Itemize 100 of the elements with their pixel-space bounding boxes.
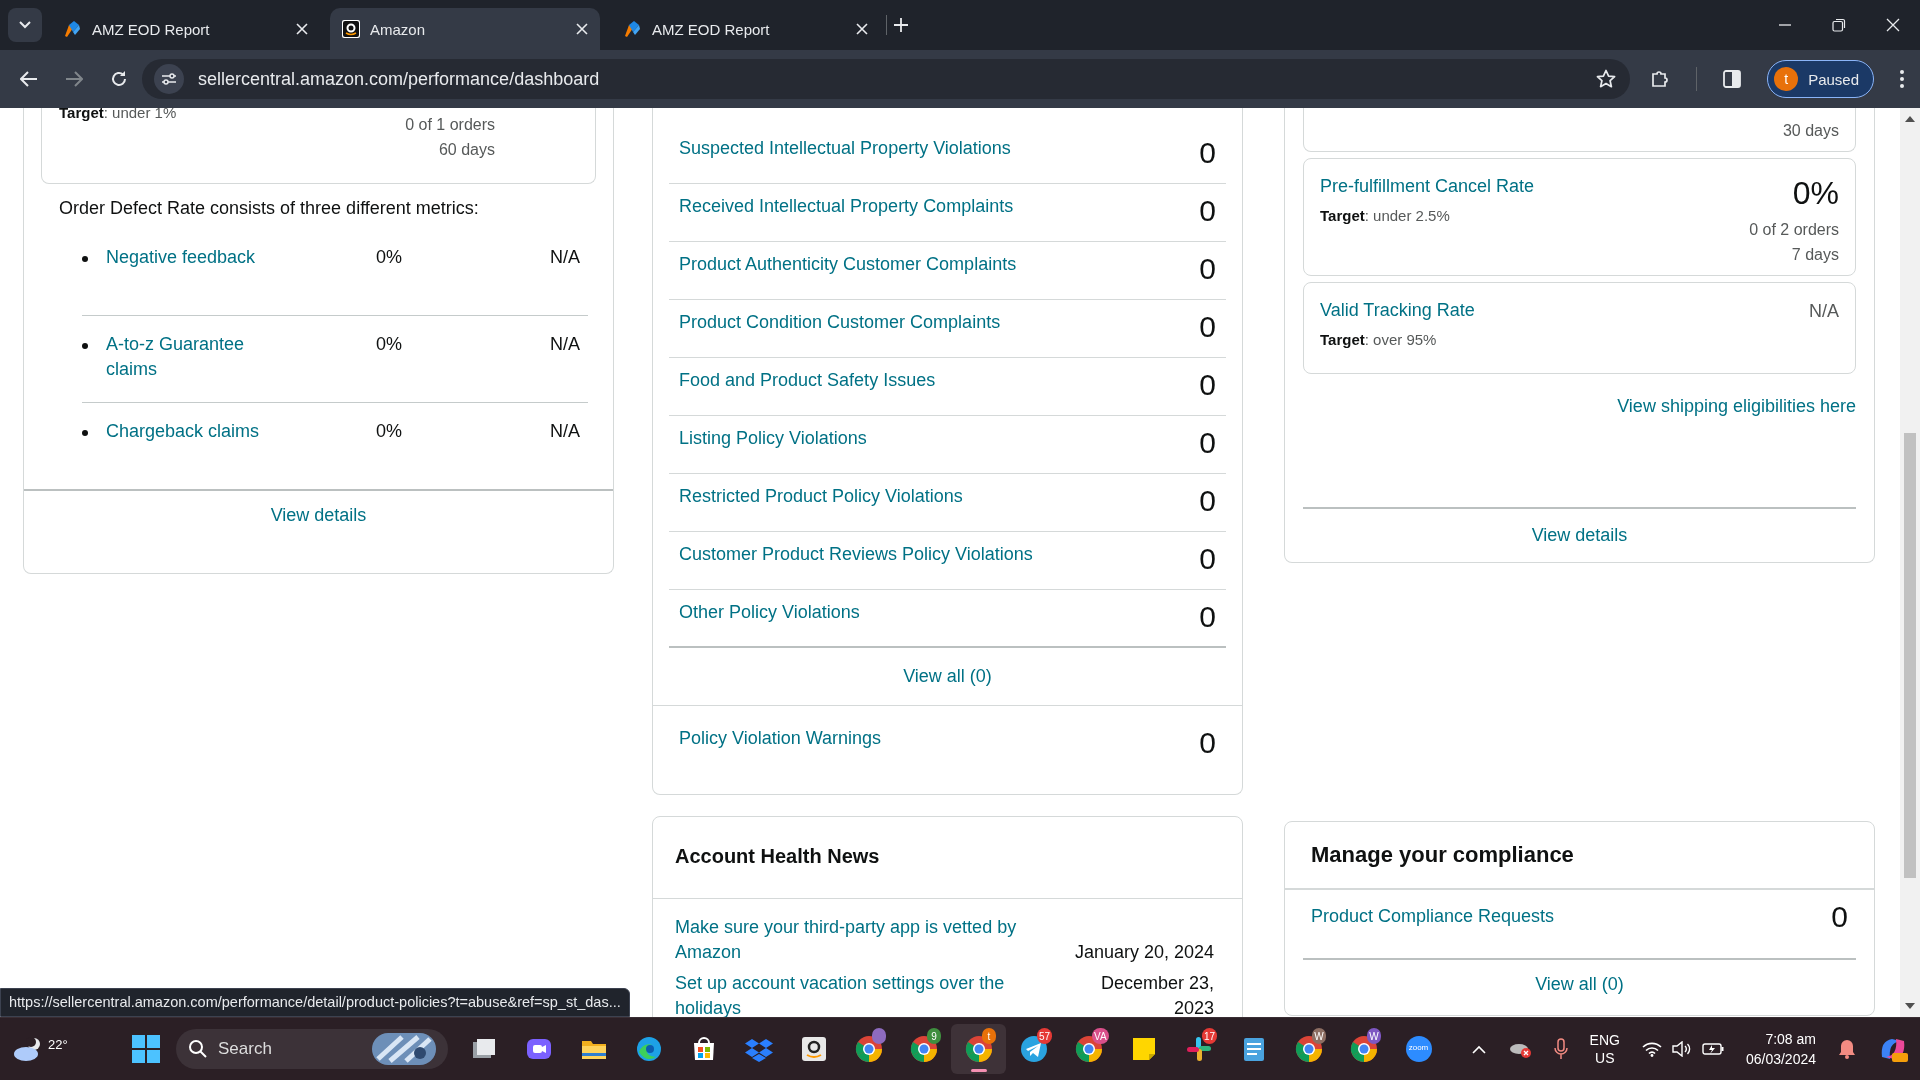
taskbar-app[interactable]: W xyxy=(1281,1024,1336,1074)
policy-count: 0 xyxy=(1199,135,1216,171)
metric-rate: 0% xyxy=(375,246,403,269)
more-menu-icon[interactable] xyxy=(1900,70,1904,88)
bullet-icon xyxy=(82,430,88,436)
paper-plane-icon xyxy=(1018,1034,1049,1064)
compliance-count: 0 xyxy=(1831,899,1848,935)
metric-link[interactable]: Valid Tracking Rate xyxy=(1320,299,1475,321)
news-date: December 23, 2023 xyxy=(1099,972,1214,1017)
windows-start-icon[interactable] xyxy=(132,1035,160,1063)
policy-count: 0 xyxy=(1199,541,1216,577)
news-link[interactable]: Set up account vacation settings over the holidays xyxy=(675,971,1065,1017)
speaker-icon[interactable] xyxy=(1671,1041,1692,1057)
url-text: sellercentral.amazon.com/performance/dashboard xyxy=(198,68,601,90)
scrollbar[interactable] xyxy=(1900,108,1920,1017)
chrome-icon xyxy=(853,1034,884,1064)
bullet-icon xyxy=(82,343,88,349)
view-details-link[interactable]: View details xyxy=(1531,525,1628,545)
site-settings-button[interactable] xyxy=(154,64,184,94)
taskbar-app[interactable]: W xyxy=(1336,1024,1391,1074)
highlight-picture-icon xyxy=(372,1033,436,1065)
metric-rate: 0% xyxy=(375,420,403,443)
target-text: Target: under 1% xyxy=(59,108,178,123)
sliders-icon xyxy=(161,72,177,86)
shipping-eligibility-link[interactable]: View shipping eligibilities here xyxy=(1617,396,1856,416)
news-link[interactable]: Make sure your third-party app is vetted by Amazon xyxy=(675,915,1065,965)
policy-link[interactable]: Product Authenticity Customer Complaints xyxy=(679,242,1017,275)
weather-widget[interactable]: 22° xyxy=(12,1035,122,1063)
restore-icon[interactable] xyxy=(1832,18,1846,32)
compliance-link[interactable]: Product Compliance Requests xyxy=(1311,890,1555,958)
close-icon[interactable] xyxy=(576,23,588,35)
pencil-icon xyxy=(62,19,82,39)
policy-link[interactable]: Policy Violation Warnings xyxy=(679,706,882,780)
chrome-icon xyxy=(1348,1034,1379,1064)
notification-badge: W xyxy=(1312,1028,1326,1044)
tab-list-button[interactable] xyxy=(8,8,42,42)
metric-link[interactable]: Negative feedback xyxy=(106,245,276,270)
time-period: 30 days xyxy=(1782,122,1839,139)
metric-link[interactable]: Pre-fulfillment Cancel Rate xyxy=(1320,175,1535,197)
view-all-link[interactable]: View all (0) xyxy=(903,666,992,686)
star-icon[interactable] xyxy=(1596,69,1617,89)
metric-link[interactable]: Chargeback claims xyxy=(106,419,276,444)
microphone-icon[interactable] xyxy=(1553,1038,1568,1060)
language-indicator[interactable]: ENG US xyxy=(1589,1031,1620,1067)
address-bar[interactable]: sellercentral.amazon.com/performance/dashboard xyxy=(142,59,1631,99)
search-field[interactable]: Search xyxy=(176,1029,448,1069)
scroll-down-arrow-icon[interactable] xyxy=(1905,1003,1915,1009)
taskbar-app[interactable]: 57 xyxy=(1006,1024,1061,1074)
policy-link[interactable]: Listing Policy Violations xyxy=(679,416,867,449)
chrome-icon xyxy=(908,1034,939,1064)
chevron-up-icon[interactable] xyxy=(1471,1044,1486,1054)
bullet-icon xyxy=(82,256,88,262)
policy-link[interactable]: Restricted Product Policy Violations xyxy=(679,474,963,507)
view-all-link[interactable]: View all (0) xyxy=(1535,974,1624,994)
scroll-up-arrow-icon[interactable] xyxy=(1905,116,1915,122)
metric-rate: 0% xyxy=(375,333,403,356)
policy-link[interactable]: Received Intellectual Property Complaints xyxy=(679,184,1014,217)
profile-button[interactable]: t Paused xyxy=(1767,60,1874,98)
puzzle-icon[interactable] xyxy=(1650,69,1671,89)
metric-value: 0% xyxy=(1792,175,1839,211)
bell-icon[interactable] xyxy=(1838,1039,1856,1059)
order-count: 0 of 2 orders xyxy=(1749,220,1839,240)
scrollbar-thumb[interactable] xyxy=(1904,433,1916,878)
browser-tab[interactable]: AMZ EOD Report xyxy=(610,8,880,50)
link-status-bar: https://sellercentral.amazon.com/performance/detail/product-policies?t=abuse&ref=sp_st_das... xyxy=(0,988,630,1017)
browser-tab[interactable]: Amazon xyxy=(330,8,600,50)
metric-link[interactable]: A-to-z Guarantee claims xyxy=(106,332,276,382)
avatar: t xyxy=(1774,67,1799,91)
view-details-link[interactable]: View details xyxy=(270,505,367,525)
notification-badge: VA xyxy=(1092,1028,1109,1044)
time-period: 7 days xyxy=(1791,245,1839,265)
forward-arrow-icon[interactable] xyxy=(65,71,83,87)
browser-tab[interactable]: AMZ EOD Report xyxy=(50,8,320,50)
close-icon[interactable] xyxy=(856,23,868,35)
notification-badge: 57 xyxy=(1037,1028,1053,1044)
policy-link[interactable]: Customer Product Reviews Policy Violations xyxy=(679,532,1033,565)
taskbar-app[interactable]: 17 xyxy=(1171,1024,1226,1074)
policy-link[interactable]: Food and Product Safety Issues xyxy=(679,358,936,391)
metric-value: N/A xyxy=(1809,300,1839,323)
policy-link[interactable]: Product Condition Customer Complaints xyxy=(679,300,1001,333)
taskbar-app[interactable]: t xyxy=(951,1024,1006,1074)
taskbar-app[interactable]: zoom xyxy=(1391,1024,1446,1074)
side-panel-icon[interactable] xyxy=(1723,70,1742,88)
policy-link[interactable]: Suspected Intellectual Property Violations xyxy=(679,126,1011,159)
policy-count: 0 xyxy=(1199,309,1216,345)
policy-count: 0 xyxy=(1199,725,1216,761)
close-icon[interactable] xyxy=(1886,18,1900,32)
back-arrow-icon[interactable] xyxy=(20,71,38,87)
policy-link[interactable]: Other Policy Violations xyxy=(679,590,860,623)
clock[interactable]: 7:08 am 06/03/2024 xyxy=(1745,1029,1816,1069)
policy-count: 0 xyxy=(1199,483,1216,519)
taskbar-app[interactable]: VA xyxy=(1061,1024,1116,1074)
battery-icon[interactable] xyxy=(1701,1042,1724,1056)
close-icon[interactable] xyxy=(296,23,308,35)
reload-icon[interactable] xyxy=(110,70,128,88)
plus-icon[interactable] xyxy=(893,17,909,33)
notification-badge: t xyxy=(982,1028,996,1044)
wifi-icon[interactable] xyxy=(1641,1041,1662,1057)
app-label: zoom xyxy=(1408,1043,1429,1052)
taskbar-app[interactable]: 9 xyxy=(896,1024,951,1074)
